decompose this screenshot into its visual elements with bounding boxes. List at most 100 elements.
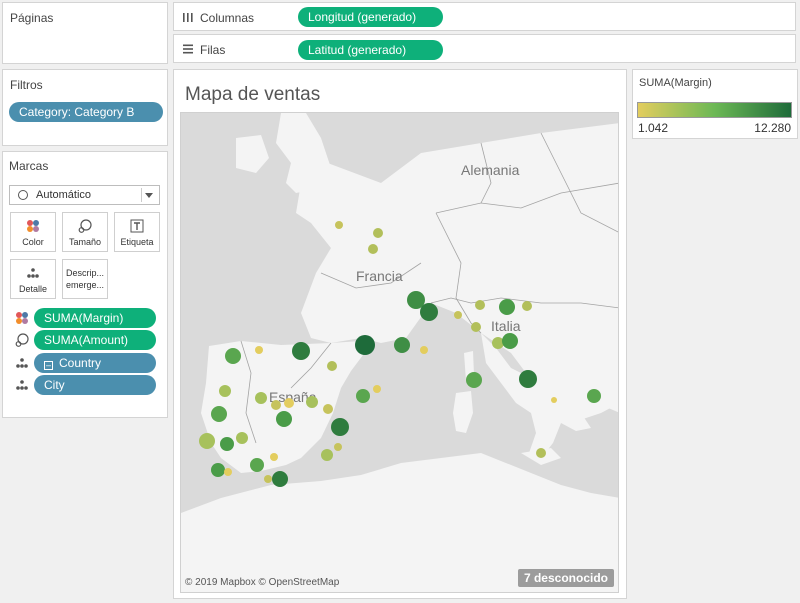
filter-pill-category[interactable]: Category: Category B xyxy=(9,102,163,122)
mark-pill-country[interactable]: – Country xyxy=(34,353,156,373)
size-label: Tamaño xyxy=(68,237,102,247)
country-label-france: Francia xyxy=(356,268,403,284)
city-mark xyxy=(394,337,410,353)
city-mark xyxy=(499,299,515,315)
legend-color-ramp xyxy=(637,102,792,118)
columns-pill[interactable]: Longitud (generado) xyxy=(298,7,443,27)
city-mark xyxy=(284,398,294,408)
city-mark xyxy=(270,453,278,461)
city-mark xyxy=(276,411,292,427)
city-mark xyxy=(331,418,349,436)
mark-pill-country-label: Country xyxy=(59,356,102,370)
city-mark xyxy=(587,389,601,403)
size-icon xyxy=(15,333,29,347)
size-icon xyxy=(78,219,92,233)
detail-icon xyxy=(16,380,28,390)
rows-shelf[interactable]: Filas Latitud (generado) xyxy=(173,34,796,63)
columns-label: Columnas xyxy=(200,11,255,25)
mark-pill-margin[interactable]: SUMA(Margin) xyxy=(34,308,156,328)
label-button[interactable]: Etiqueta xyxy=(114,212,160,252)
filters-title: Filtros xyxy=(10,78,43,92)
city-mark xyxy=(356,389,370,403)
city-mark xyxy=(264,475,272,483)
map-canvas: Alemania Francia Italia España xyxy=(181,113,618,592)
rows-icon xyxy=(183,44,193,54)
city-mark xyxy=(255,346,263,354)
text-label-icon xyxy=(130,219,144,233)
land-britain xyxy=(276,113,331,193)
city-mark xyxy=(271,400,281,410)
country-label-germany: Alemania xyxy=(461,162,520,178)
legend-min: 1.042 xyxy=(638,121,669,135)
city-mark xyxy=(292,342,310,360)
city-mark xyxy=(551,397,557,403)
map-attribution[interactable]: © 2019 Mapbox © OpenStreetMap xyxy=(185,577,339,588)
city-mark xyxy=(211,406,227,422)
city-mark xyxy=(224,468,232,476)
detail-icon xyxy=(16,358,28,368)
city-mark xyxy=(225,348,241,364)
filters-card[interactable]: Filtros Category: Category B xyxy=(2,69,168,146)
detail-icon xyxy=(27,268,39,278)
pages-title: Páginas xyxy=(10,11,54,25)
map[interactable]: Alemania Francia Italia España © 2019 Ma… xyxy=(180,112,619,593)
circle-mark-icon xyxy=(18,190,28,200)
city-mark xyxy=(236,432,248,444)
mark-type-value: Automático xyxy=(36,189,92,201)
country-label-italy: Italia xyxy=(491,318,521,334)
city-mark xyxy=(334,443,342,451)
city-mark xyxy=(250,458,264,472)
collapse-icon[interactable]: – xyxy=(44,361,53,370)
detail-label: Detalle xyxy=(18,284,47,294)
rows-pill[interactable]: Latitud (generado) xyxy=(298,40,443,60)
pages-card[interactable]: Páginas xyxy=(2,2,168,64)
city-mark xyxy=(220,437,234,451)
city-mark xyxy=(492,337,504,349)
rows-label: Filas xyxy=(200,43,226,57)
city-mark xyxy=(466,372,482,388)
city-mark xyxy=(519,370,537,388)
city-mark xyxy=(211,463,225,477)
city-mark xyxy=(335,221,343,229)
city-mark xyxy=(321,449,333,461)
color-button[interactable]: Color xyxy=(10,212,56,252)
mark-type-dropdown[interactable]: Automático xyxy=(9,185,160,205)
unknown-indicator[interactable]: 7 desconocido xyxy=(517,569,614,587)
city-mark xyxy=(199,433,215,449)
color-icon xyxy=(27,220,39,232)
legend-title: SUMA(Margin) xyxy=(639,77,712,89)
city-mark xyxy=(502,333,518,349)
city-mark xyxy=(420,346,428,354)
city-mark xyxy=(522,301,532,311)
city-mark xyxy=(373,228,383,238)
label-label: Etiqueta xyxy=(120,237,154,247)
city-mark xyxy=(272,471,288,487)
city-mark xyxy=(536,448,546,458)
city-mark xyxy=(306,396,318,408)
land-sardinia xyxy=(453,391,473,433)
city-mark xyxy=(327,361,337,371)
city-mark xyxy=(454,311,462,319)
city-mark xyxy=(420,303,438,321)
city-mark xyxy=(471,322,481,332)
city-mark xyxy=(323,404,333,414)
detail-button[interactable]: Detalle xyxy=(10,259,56,299)
marks-title: Marcas xyxy=(9,159,49,173)
mark-pill-amount[interactable]: SUMA(Amount) xyxy=(34,330,156,350)
city-mark xyxy=(373,385,381,393)
legend-max: 12.280 xyxy=(754,121,791,135)
tooltip-button[interactable]: Descrip... emerge... xyxy=(62,259,108,299)
columns-icon xyxy=(183,13,193,22)
land-iberia xyxy=(201,341,366,473)
tooltip-label-line2: emerge... xyxy=(65,280,105,290)
mark-pill-city[interactable]: City xyxy=(34,375,156,395)
size-button[interactable]: Tamaño xyxy=(62,212,108,252)
tooltip-label-line1: Descrip... xyxy=(65,268,104,278)
color-label: Color xyxy=(22,237,44,247)
city-mark xyxy=(475,300,485,310)
chevron-down-icon[interactable] xyxy=(141,188,155,202)
color-icon xyxy=(16,312,28,324)
city-mark xyxy=(368,244,378,254)
columns-shelf[interactable]: Columnas Longitud (generado) xyxy=(173,2,796,31)
land-ireland xyxy=(236,135,269,173)
